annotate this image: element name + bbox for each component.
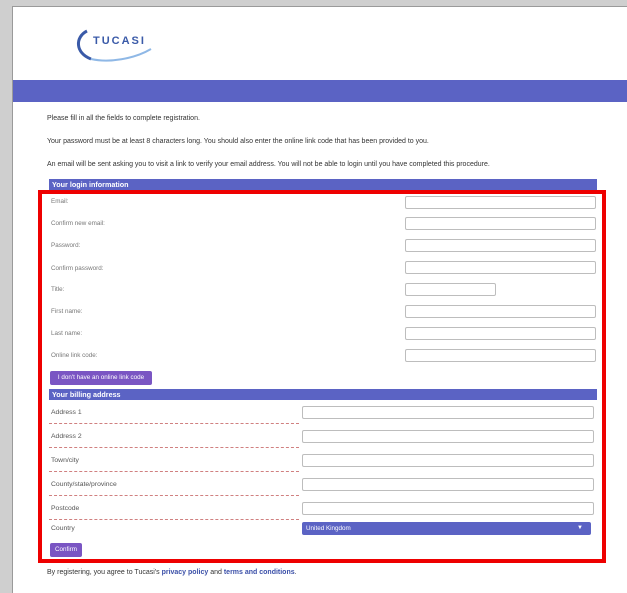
town-input[interactable] <box>302 454 594 467</box>
town-divider <box>49 471 299 472</box>
footer-prefix: By registering, you agree to Tucasi's <box>47 569 162 576</box>
intro-line-1: Please fill in all the fields to complet… <box>47 115 200 122</box>
address1-input[interactable] <box>302 406 594 419</box>
address2-label: Address 2 <box>51 433 82 440</box>
online-link-code-label: Online link code: <box>51 352 98 359</box>
address2-divider <box>49 447 299 448</box>
billing-section-header: Your billing address <box>49 389 597 400</box>
postcode-input[interactable] <box>302 502 594 515</box>
confirm-password-input[interactable] <box>405 261 596 274</box>
title-label: Title: <box>51 286 65 293</box>
terms-footer: By registering, you agree to Tucasi's pr… <box>47 569 297 576</box>
email-input[interactable] <box>405 196 596 209</box>
chevron-down-icon: ▼ <box>577 525 583 531</box>
confirm-password-label: Confirm password: <box>51 265 104 272</box>
no-link-code-button[interactable]: I don't have an online link code <box>50 371 152 385</box>
login-section-header: Your login information <box>49 179 597 190</box>
password-input[interactable] <box>405 239 596 252</box>
terms-link[interactable]: terms and conditions <box>224 569 295 576</box>
confirm-email-input[interactable] <box>405 217 596 230</box>
last-name-label: Last name: <box>51 330 83 337</box>
address1-divider <box>49 423 299 424</box>
county-input[interactable] <box>302 478 594 491</box>
first-name-label: First name: <box>51 308 83 315</box>
county-divider <box>49 495 299 496</box>
confirm-email-label: Confirm new email: <box>51 220 105 227</box>
footer-and: and <box>208 569 224 576</box>
county-label: County/state/province <box>51 481 117 488</box>
footer-suffix: . <box>294 569 297 576</box>
address1-label: Address 1 <box>51 409 82 416</box>
tucasi-logo: TUCASI <box>69 23 159 63</box>
last-name-input[interactable] <box>405 327 596 340</box>
first-name-input[interactable] <box>405 305 596 318</box>
town-label: Town/city <box>51 457 79 464</box>
header-banner <box>13 80 627 102</box>
country-label: Country <box>51 525 75 532</box>
country-select[interactable]: United Kingdom ▼ <box>302 522 591 535</box>
intro-line-3: An email will be sent asking you to visi… <box>47 161 490 168</box>
online-link-code-input[interactable] <box>405 349 596 362</box>
logo-text: TUCASI <box>93 35 146 47</box>
intro-line-2: Your password must be at least 8 charact… <box>47 138 429 145</box>
postcode-divider <box>49 519 299 520</box>
password-label: Password: <box>51 242 81 249</box>
country-select-value: United Kingdom <box>306 525 351 532</box>
registration-page: TUCASI Please fill in all the fields to … <box>12 6 627 593</box>
postcode-label: Postcode <box>51 505 80 512</box>
privacy-policy-link[interactable]: privacy policy <box>162 569 209 576</box>
address2-input[interactable] <box>302 430 594 443</box>
email-label: Email: <box>51 198 69 205</box>
confirm-button[interactable]: Confirm <box>50 543 82 557</box>
title-input[interactable] <box>405 283 496 296</box>
